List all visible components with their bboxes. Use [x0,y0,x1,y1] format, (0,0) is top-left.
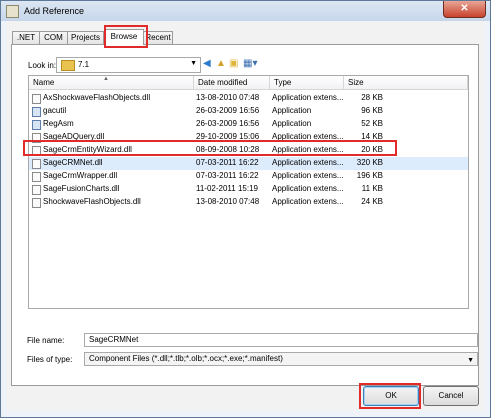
file-type: Application extens... [272,184,344,193]
dll-file-icon [32,185,41,195]
file-type: Application extens... [272,197,344,206]
file-name: SageCRMNet.dll [43,158,103,167]
dll-file-icon [32,172,41,182]
file-size: 320 KB [356,158,383,167]
file-name: ShockwaveFlashObjects.dll [43,197,141,206]
chevron-down-icon: ▼ [467,357,474,364]
file-size: 196 KB [356,171,383,180]
tab-projects[interactable]: Projects [67,31,104,44]
file-size: 11 KB [361,184,383,193]
file-name: SageFusionCharts.dll [43,184,120,193]
look-in-value: 7.1 [78,60,90,69]
dialog-icon [6,5,19,18]
file-type: Application extens... [272,93,344,102]
file-size: 24 KB [361,197,383,206]
sort-ascending-icon: ▲ [103,76,109,82]
file-name-input[interactable]: SageCRMNet [84,333,478,347]
file-type-label: Files of type: [27,355,73,364]
column-header-type[interactable]: Type [270,76,344,90]
title-bar: Add Reference ✕ [1,1,490,21]
up-folder-icon[interactable]: ▲ [216,58,226,70]
file-row[interactable]: ShockwaveFlashObjects.dll 13-08-2010 07:… [29,196,468,209]
dialog-body: .NET COM Projects Browse Recent Look in:… [6,21,485,411]
file-type: Application extens... [272,158,344,167]
file-date: 13-08-2010 07:48 [196,197,260,206]
look-in-label: Look in: [28,61,57,70]
file-name: AxShockwaveFlashObjects.dll [43,93,151,102]
view-menu-icon[interactable]: ▦▾ [243,58,257,70]
add-reference-dialog: Add Reference ✕ .NET COM Projects Browse… [0,0,491,418]
column-header-name-label: Name [33,78,55,87]
look-in-dropdown[interactable]: 7.1 ▼ [56,57,201,73]
file-type: Application extens... [272,171,344,180]
file-row[interactable]: gacutil 26-03-2009 16:56 Application 96 … [29,105,468,118]
file-name-label: File name: [27,336,65,345]
file-date: 07-03-2011 16:22 [196,171,259,180]
file-name: SageCrmWrapper.dll [43,171,118,180]
file-type: Application [272,119,312,128]
file-date: 11-02-2011 15:19 [196,184,258,193]
application-file-icon [32,120,41,130]
back-icon[interactable]: ◀ [203,58,211,70]
file-size: 52 KB [361,119,383,128]
file-date: 07-03-2011 16:22 [196,158,259,167]
file-type-value: Component Files (*.dll;*.tlb;*.olb;*.ocx… [89,354,283,363]
tab-net[interactable]: .NET [12,31,40,44]
browse-panel: Look in: 7.1 ▼ ◀ ▲ ▣ ▦▾ Name ▲ Date modi… [11,44,479,386]
file-type-dropdown[interactable]: Component Files (*.dll;*.tlb;*.olb;*.ocx… [84,352,478,366]
column-header-size[interactable]: Size [344,76,468,90]
column-header-date[interactable]: Date modified [194,76,270,90]
dll-file-icon [32,198,41,208]
file-size: 28 KB [361,93,383,102]
window-title: Add Reference [24,6,85,16]
file-type: Application [272,106,312,115]
close-button[interactable]: ✕ [443,1,486,18]
file-row-selected[interactable]: SageCRMNet.dll 07-03-2011 16:22 Applicat… [29,157,468,170]
file-list[interactable]: Name ▲ Date modified Type Size AxShockwa… [28,75,469,309]
file-name: gacutil [43,106,67,115]
browse-tab-highlight [104,25,148,48]
file-date: 26-03-2009 16:56 [196,106,260,115]
file-row[interactable]: AxShockwaveFlashObjects.dll 13-08-2010 0… [29,92,468,105]
dll-file-icon [32,94,41,104]
ok-button-highlight [359,383,421,409]
dll-file-icon [32,159,41,169]
tab-com[interactable]: COM [39,31,68,44]
column-header-name[interactable]: Name ▲ [29,76,194,90]
file-size: 96 KB [361,106,383,115]
chevron-down-icon: ▼ [190,60,197,67]
selected-file-highlight [23,140,397,156]
file-name: RegAsm [43,119,74,128]
file-row[interactable]: SageCrmWrapper.dll 07-03-2011 16:22 Appl… [29,170,468,183]
application-file-icon [32,107,41,117]
file-row[interactable]: RegAsm 26-03-2009 16:56 Application 52 K… [29,118,468,131]
new-folder-icon[interactable]: ▣ [229,58,238,70]
file-date: 26-03-2009 16:56 [196,119,260,128]
file-date: 13-08-2010 07:48 [196,93,260,102]
cancel-button[interactable]: Cancel [423,386,479,406]
folder-icon [61,60,75,71]
file-row[interactable]: SageFusionCharts.dll 11-02-2011 15:19 Ap… [29,183,468,196]
